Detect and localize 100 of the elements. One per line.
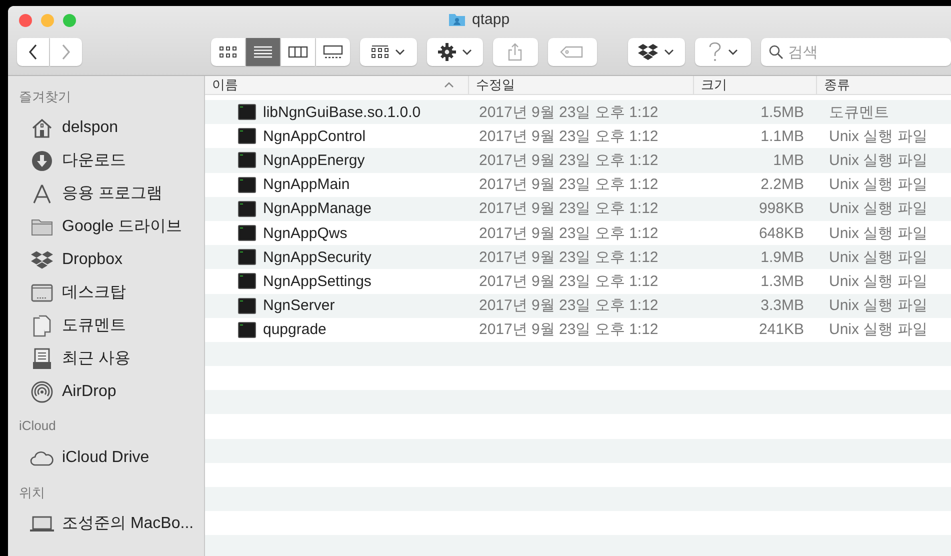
airdrop-icon <box>31 380 53 402</box>
kind-cell-text: Unix 실행 파일 <box>828 296 928 316</box>
date-cell-text: 2017년 9월 23일 오후 1:12 <box>478 150 660 170</box>
laptop-icon <box>30 516 54 532</box>
gallery-icon <box>323 45 343 59</box>
sidebar-heading: iCloud <box>18 417 57 435</box>
column-header[interactable]: 크기 <box>694 76 817 94</box>
terminal-icon <box>238 298 256 314</box>
sidebar-item[interactable]: 최근 사용 <box>8 342 204 375</box>
terminal-icon <box>238 273 256 290</box>
terminal-icon <box>238 104 256 120</box>
kind-cell-text: Unix 실행 파일 <box>828 320 928 340</box>
gear-icon <box>438 43 456 61</box>
file-name: NgnAppSecurity <box>263 248 372 266</box>
close-button[interactable] <box>19 14 32 26</box>
terminal-icon <box>238 128 256 144</box>
size-cell-text: 1.9MB <box>760 248 804 266</box>
size-cell-text: 1.1MB <box>760 128 804 145</box>
gallery-view-button[interactable] <box>316 38 350 66</box>
date-cell-text: 2017년 9월 23일 오후 1:12 <box>478 296 660 316</box>
file-name: NgnAppMain <box>263 176 350 194</box>
date-cell-text: 2017년 9월 23일 오후 1:12 <box>478 102 660 122</box>
arrange-button[interactable] <box>360 38 417 66</box>
kind-cell-text: Unix 실행 파일 <box>828 175 928 194</box>
question-mark-icon <box>708 42 722 62</box>
sidebar-item[interactable]: iCloud Drive <box>8 441 204 474</box>
file-name: NgnAppEnergy <box>263 152 365 169</box>
dropbox-icon <box>638 44 658 60</box>
terminal-icon <box>238 322 256 338</box>
sidebar-item[interactable]: 다운로드 <box>8 144 204 177</box>
kind-cell-text: Unix 실행 파일 <box>828 248 928 267</box>
file-name: libNgnGuiBase.so.1.0.0 <box>263 104 421 121</box>
file-name: NgnAppControl <box>263 128 366 145</box>
date-cell-text: 2017년 9월 23일 오후 1:12 <box>478 224 660 243</box>
columns-icon <box>288 46 308 58</box>
chevron-left-icon <box>28 44 38 60</box>
chevron-right-icon <box>61 44 71 60</box>
cloud-icon <box>30 450 54 466</box>
sidebar-item[interactable]: AirDrop <box>8 375 204 408</box>
tray-icon <box>32 348 52 370</box>
sidebar-item[interactable]: Google 드라이브 <box>8 210 204 243</box>
back-button[interactable] <box>17 38 49 66</box>
column-header[interactable]: 이름 <box>205 76 469 94</box>
size-cell-text: 3.3MB <box>760 297 804 314</box>
dropbox-icon <box>31 250 53 268</box>
file-name: NgnServer <box>263 297 335 314</box>
download-icon <box>31 150 53 172</box>
kind-cell-text: 도큐멘트 <box>828 102 889 122</box>
sidebar-item[interactable]: 데스크탑 <box>8 276 204 309</box>
terminal-icon <box>238 249 256 266</box>
list-view-button[interactable] <box>246 38 280 66</box>
file-name: NgnAppSettings <box>263 272 372 290</box>
dropbox-button[interactable] <box>628 38 685 66</box>
terminal-icon <box>238 176 256 193</box>
kind-cell-text: Unix 실행 파일 <box>828 126 928 146</box>
kind-cell-text: Unix 실행 파일 <box>828 150 928 170</box>
folder-icon <box>448 12 466 27</box>
icons-view-button[interactable] <box>211 38 245 66</box>
help-button[interactable] <box>694 38 752 66</box>
column-header[interactable]: 수정일 <box>469 76 694 94</box>
compass-icon <box>31 182 53 204</box>
chevron-down-icon <box>728 49 738 55</box>
sidebar-item[interactable]: 조성준의 MacBo... <box>8 507 204 540</box>
sidebar-heading: 즐겨찾기 <box>18 88 72 106</box>
sidebar-heading: 위치 <box>18 484 46 502</box>
chevron-down-icon <box>395 49 406 55</box>
columns-view-button[interactable] <box>281 38 315 66</box>
terminal-icon <box>238 225 256 242</box>
file-name: qupgrade <box>263 321 326 338</box>
sidebar-item[interactable]: Dropbox <box>8 243 204 276</box>
kind-cell-text: Unix 실행 파일 <box>828 224 928 243</box>
size-cell-text: 2.2MB <box>760 176 804 194</box>
share-icon <box>508 43 522 61</box>
sidebar-item[interactable]: 응용 프로그램 <box>8 177 204 210</box>
folder-icon <box>31 218 53 236</box>
date-cell-text: 2017년 9월 23일 오후 1:12 <box>478 126 660 146</box>
column-header[interactable]: 종류 <box>817 76 951 94</box>
date-cell-text: 2017년 9월 23일 오후 1:12 <box>478 320 660 340</box>
size-cell-text: 241KB <box>758 321 804 338</box>
action-button[interactable] <box>426 38 484 66</box>
size-cell-text: 998KB <box>758 200 804 218</box>
file-name: NgnAppManage <box>263 200 372 218</box>
date-cell-text: 2017년 9월 23일 오후 1:12 <box>478 199 660 218</box>
documents-icon <box>32 314 52 336</box>
terminal-icon <box>238 200 256 217</box>
size-cell-text: 1.3MB <box>760 272 804 290</box>
window-title: qtapp <box>472 11 510 28</box>
list-icon <box>253 46 273 58</box>
kind-cell-text: Unix 실행 파일 <box>828 272 928 291</box>
size-cell-text: 1.5MB <box>760 104 804 121</box>
sidebar-item[interactable]: 도큐멘트 <box>8 309 204 342</box>
sidebar-item[interactable]: delspon <box>8 111 204 144</box>
search-field[interactable]: 검색 <box>761 38 951 66</box>
size-cell-text: 1MB <box>772 152 804 169</box>
chevron-down-icon <box>462 49 472 55</box>
house-icon <box>31 118 53 138</box>
date-cell-text: 2017년 9월 23일 오후 1:12 <box>478 175 660 194</box>
grid-icon <box>371 45 390 59</box>
grid-icon <box>219 46 237 58</box>
tag-icon <box>560 46 584 58</box>
